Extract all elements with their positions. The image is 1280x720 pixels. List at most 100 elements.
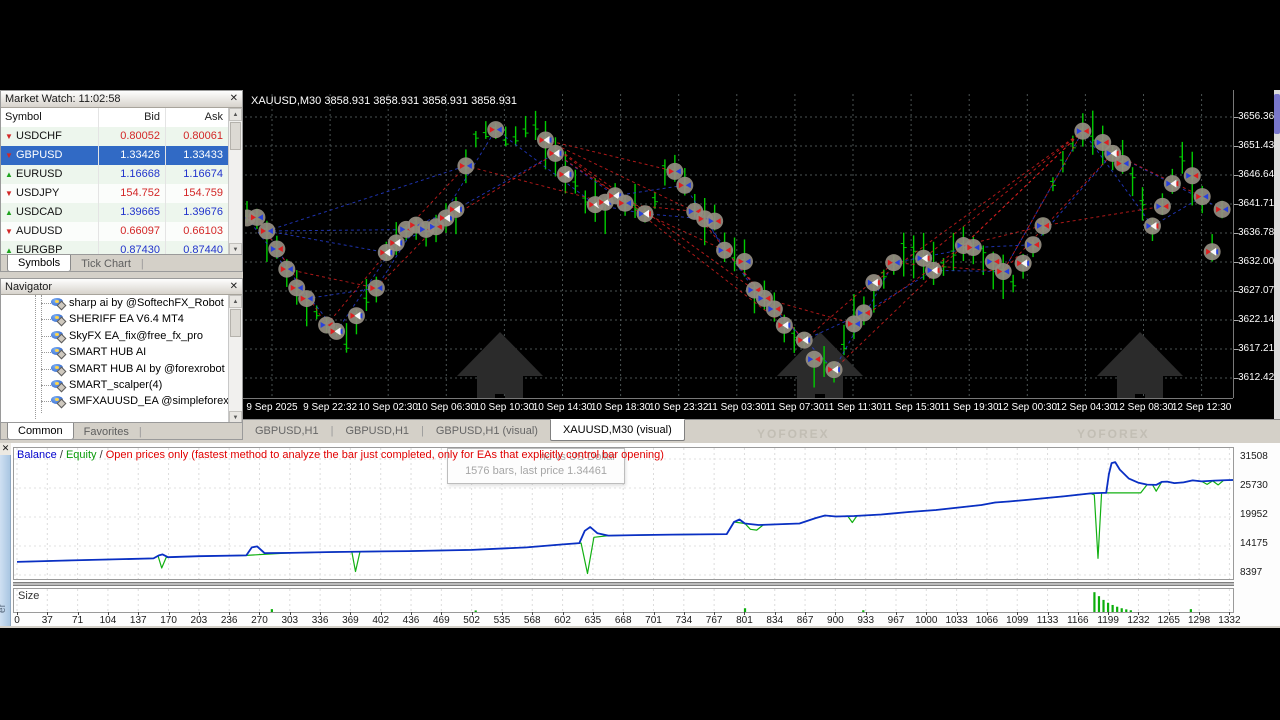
size-bar bbox=[1130, 610, 1132, 612]
market-watch-scrollbar[interactable]: ▲▼ bbox=[228, 108, 242, 256]
market-watch-tab-symbols[interactable]: Symbols bbox=[7, 254, 71, 271]
x-label: 104 bbox=[100, 615, 117, 626]
ask-cell: 1.16674 bbox=[165, 165, 228, 184]
expert-advisor-icon bbox=[51, 297, 66, 309]
navigator-item-label: SMART HUB AI by @forexrobot bbox=[69, 363, 225, 375]
x-label: 602 bbox=[554, 615, 571, 626]
x-label: 0 bbox=[14, 615, 20, 626]
market-watch-row[interactable]: ▼AUDUSD0.660970.66103 bbox=[1, 222, 228, 241]
navigator-tabs: CommonFavorites| bbox=[1, 422, 242, 439]
tooltip-line2: 1576 bars, last price 1.34461 bbox=[448, 463, 624, 477]
x-label: 469 bbox=[433, 615, 450, 626]
market-watch-tab-tick-chart[interactable]: Tick Chart bbox=[71, 256, 141, 271]
x-label: 336 bbox=[312, 615, 329, 626]
watermark-logo bbox=[457, 332, 543, 398]
x-label: 734 bbox=[675, 615, 692, 626]
down-arrow-icon: ▼ bbox=[5, 184, 16, 203]
chart-tab-2[interactable]: GBPUSD,H1 (visual) bbox=[424, 421, 550, 441]
price-scale[interactable]: 3656.3603651.4303646.6453641.7153636.785… bbox=[1233, 90, 1274, 398]
market-watch-row[interactable]: ▼USDJPY154.752154.759 bbox=[1, 184, 228, 203]
navigator-item[interactable]: SkyFX EA_fix@free_fx_pro bbox=[1, 328, 228, 344]
expert-advisor-icon bbox=[51, 330, 66, 342]
chart-vertical-scrollbar[interactable] bbox=[1274, 90, 1280, 419]
market-watch-row[interactable]: ▼GBPUSD1.334261.33433 bbox=[1, 146, 228, 165]
tester-panel: ✕ er Balance / Equity / Open prices only… bbox=[0, 443, 1280, 628]
market-watch-row[interactable]: ▼USDCHF0.800520.80061 bbox=[1, 127, 228, 146]
navigator-scrollbar[interactable]: ▲▼ bbox=[228, 295, 242, 424]
market-watch-panel: Market Watch: 11:02:58 ✕ SymbolBidAsk ▼U… bbox=[0, 90, 243, 272]
scroll-up-button[interactable]: ▲ bbox=[229, 108, 242, 121]
size-bar bbox=[1125, 609, 1127, 612]
main-chart-window[interactable]: XAUUSD,M30 3858.931 3858.931 3858.931 38… bbox=[243, 90, 1280, 419]
ask-cell: 0.80061 bbox=[165, 127, 228, 146]
bid-cell: 1.39665 bbox=[98, 203, 165, 222]
up-arrow-icon: ▲ bbox=[5, 165, 16, 184]
chart-tab-0[interactable]: GBPUSD,H1 bbox=[243, 421, 331, 441]
time-label: 11 Sep 19:30 bbox=[940, 402, 999, 413]
tester-legend: Balance / Equity / Open prices only (fas… bbox=[17, 449, 664, 461]
navigator-item[interactable]: sharp ai by @SoftechFX_Robot bbox=[1, 295, 228, 311]
bid-cell: 0.66097 bbox=[98, 222, 165, 241]
down-arrow-icon: ▼ bbox=[5, 222, 16, 241]
close-icon[interactable]: ✕ bbox=[230, 91, 238, 107]
close-icon[interactable]: ✕ bbox=[230, 279, 238, 295]
symbol-cell: ▲USDCAD bbox=[1, 203, 98, 222]
up-arrow-icon: ▲ bbox=[5, 203, 16, 222]
navigator-item[interactable]: SHERIFF EA V6.4 MT4 bbox=[1, 311, 228, 327]
trade-line bbox=[924, 131, 1083, 258]
chart-title: XAUUSD,M30 3858.931 3858.931 3858.931 38… bbox=[251, 95, 517, 107]
price-chart-canvas[interactable] bbox=[245, 94, 1233, 398]
down-arrow-icon: ▼ bbox=[5, 127, 16, 146]
market-watch-row[interactable]: ▲USDCAD1.396651.39676 bbox=[1, 203, 228, 222]
panel-splitter[interactable] bbox=[13, 582, 1234, 586]
legend-equity: Equity bbox=[66, 449, 97, 461]
balance-y-label: 31508 bbox=[1240, 451, 1268, 462]
navigator-item-label: sharp ai by @SoftechFX_Robot bbox=[69, 297, 224, 309]
navigator-tree: sharp ai by @SoftechFX_Robot SHERIFF EA V… bbox=[1, 295, 228, 424]
tester-strip-label: er bbox=[0, 604, 8, 613]
x-label: 1133 bbox=[1037, 615, 1059, 626]
close-icon[interactable]: ✕ bbox=[0, 443, 11, 455]
market-watch-row[interactable]: ▲EURUSD1.166681.16674 bbox=[1, 165, 228, 184]
x-label: 867 bbox=[797, 615, 814, 626]
time-label: 10 Sep 02:30 bbox=[358, 402, 418, 413]
column-header[interactable]: Bid bbox=[98, 108, 165, 127]
x-label: 834 bbox=[766, 615, 783, 626]
x-label: 402 bbox=[372, 615, 389, 626]
ask-cell: 1.33433 bbox=[165, 146, 228, 165]
scrollbar-thumb[interactable] bbox=[230, 309, 241, 337]
chart-tab-3[interactable]: XAUUSD,M30 (visual) bbox=[550, 419, 685, 441]
scroll-up-button[interactable]: ▲ bbox=[229, 295, 242, 308]
bid-cell: 1.16668 bbox=[98, 165, 165, 184]
navigator-tab-common[interactable]: Common bbox=[7, 422, 74, 439]
navigator-item[interactable]: SMART HUB AI bbox=[1, 344, 228, 360]
size-bar bbox=[1093, 592, 1095, 612]
column-header[interactable]: Symbol bbox=[1, 108, 98, 127]
navigator-tab-favorites[interactable]: Favorites bbox=[74, 424, 139, 439]
x-label: 701 bbox=[645, 615, 662, 626]
size-chart[interactable]: Size bbox=[13, 588, 1234, 613]
scrollbar-thumb[interactable] bbox=[230, 122, 241, 150]
navigator-item[interactable]: SMART HUB AI by @forexrobot bbox=[1, 361, 228, 377]
x-label: 1166 bbox=[1067, 615, 1089, 626]
time-scale[interactable]: 9 Sep 20259 Sep 22:3210 Sep 02:3010 Sep … bbox=[243, 398, 1233, 419]
x-label: 1332 bbox=[1218, 615, 1240, 626]
curve bbox=[17, 462, 1233, 562]
expert-advisor-icon bbox=[51, 379, 66, 391]
time-label: 12 Sep 08:30 bbox=[1114, 402, 1174, 413]
symbol-cell: ▼USDJPY bbox=[1, 184, 98, 203]
balance-y-label: 19952 bbox=[1240, 509, 1268, 520]
navigator-item[interactable]: SMART_scalper(4) bbox=[1, 377, 228, 393]
navigator-item[interactable]: SMFXAUUSD_EA @simpleforex bbox=[1, 393, 228, 409]
chart-tab-1[interactable]: GBPUSD,H1 bbox=[333, 421, 421, 441]
chart-ohlc-values: 3858.931 3858.931 3858.931 3858.931 bbox=[324, 95, 517, 107]
x-label: 369 bbox=[342, 615, 359, 626]
scrollbar-thumb[interactable] bbox=[1274, 94, 1280, 134]
balance-y-label: 25730 bbox=[1240, 480, 1268, 491]
legend-note: Open prices only (fastest method to anal… bbox=[106, 449, 664, 461]
navigator-title: Navigator bbox=[5, 281, 52, 293]
column-header[interactable]: Ask bbox=[165, 108, 228, 127]
chart-tab-bar: YOFOREXYOFOREXGBPUSD,H1|GBPUSD,H1|GBPUSD… bbox=[243, 419, 1280, 442]
size-label: Size bbox=[18, 590, 39, 602]
size-chart-canvas bbox=[14, 589, 1233, 612]
